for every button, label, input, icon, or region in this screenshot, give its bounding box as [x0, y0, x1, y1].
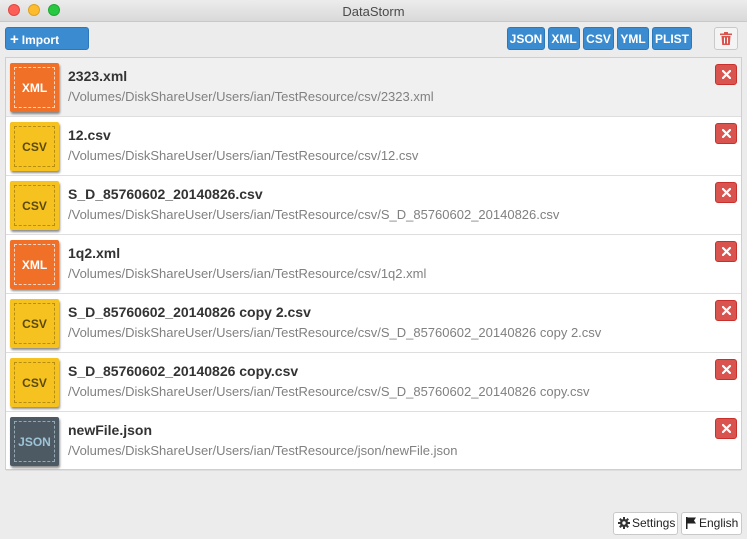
close-icon: [722, 365, 731, 374]
json-file-icon: JSON: [10, 417, 59, 466]
file-row[interactable]: XML 2323.xml/Volumes/DiskShareUser/Users/…: [6, 58, 741, 117]
import-files-button[interactable]: +Import Files: [5, 27, 89, 70]
csv-file-icon: CSV: [10, 299, 59, 348]
settings-label: Settings: [632, 516, 676, 530]
language-button[interactable]: English: [681, 512, 742, 535]
close-icon: [722, 306, 731, 315]
app-window: DataStorm +Import Files JSON XML CSV YML…: [0, 0, 747, 539]
file-name: S_D_85760602_20140826 copy.csv: [68, 363, 299, 379]
file-row[interactable]: CSV 12.csv/Volumes/DiskShareUser/Users/ia…: [6, 117, 741, 176]
file-path: /Volumes/DiskShareUser/Users/ian/TestRes…: [68, 443, 458, 458]
remove-file-button[interactable]: [715, 359, 737, 380]
file-path: /Volumes/DiskShareUser/Users/ian/TestRes…: [68, 89, 434, 104]
close-icon: [722, 247, 731, 256]
close-icon: [722, 129, 731, 138]
file-type-label: CSV: [14, 185, 55, 226]
export-csv-button[interactable]: CSV: [583, 27, 614, 50]
file-path: /Volumes/DiskShareUser/Users/ian/TestRes…: [68, 207, 560, 222]
export-xml-button[interactable]: XML: [548, 27, 580, 50]
file-type-label: CSV: [14, 126, 55, 167]
file-row[interactable]: XML 1q2.xml/Volumes/DiskShareUser/Users/i…: [6, 235, 741, 294]
remove-file-button[interactable]: [715, 182, 737, 203]
close-icon: [722, 424, 731, 433]
file-row[interactable]: CSV S_D_85760602_20140826 copy.csv/Volume…: [6, 353, 741, 412]
file-type-label: XML: [14, 67, 55, 108]
file-name: 1q2.xml: [68, 245, 121, 261]
remove-file-button[interactable]: [715, 64, 737, 85]
window-title: DataStorm: [342, 4, 405, 19]
file-row[interactable]: CSV S_D_85760602_20140826.csv/Volumes/Dis…: [6, 176, 741, 235]
title-bar: DataStorm: [0, 0, 747, 22]
file-type-label: CSV: [14, 303, 55, 344]
export-plist-button[interactable]: PLIST: [652, 27, 692, 50]
file-row[interactable]: CSV S_D_85760602_20140826 copy 2.csv/Volu…: [6, 294, 741, 353]
csv-file-icon: CSV: [10, 122, 59, 171]
file-path: /Volumes/DiskShareUser/Users/ian/TestRes…: [68, 384, 590, 399]
file-name: newFile.json: [68, 422, 153, 438]
remove-file-button[interactable]: [715, 300, 737, 321]
file-name: S_D_85760602_20140826.csv: [68, 186, 263, 202]
xml-file-icon: XML: [10, 240, 59, 289]
file-type-label: XML: [14, 244, 55, 285]
file-name: 12.csv: [68, 127, 111, 143]
clear-all-button[interactable]: [714, 27, 738, 50]
file-type-label: JSON: [14, 421, 55, 462]
file-list: XML 2323.xml/Volumes/DiskShareUser/Users/…: [5, 57, 742, 471]
file-path: /Volumes/DiskShareUser/Users/ian/TestRes…: [68, 325, 602, 340]
settings-button[interactable]: Settings: [613, 512, 678, 535]
gear-icon: [618, 517, 630, 529]
close-icon: [722, 188, 731, 197]
language-label: English: [699, 516, 739, 530]
xml-file-icon: XML: [10, 63, 59, 112]
csv-file-icon: CSV: [10, 181, 59, 230]
file-path: /Volumes/DiskShareUser/Users/ian/TestRes…: [68, 148, 419, 163]
trash-icon: [720, 32, 732, 45]
flag-icon: [686, 517, 696, 529]
remove-file-button[interactable]: [715, 241, 737, 262]
remove-file-button[interactable]: [715, 123, 737, 144]
file-type-label: CSV: [14, 362, 55, 403]
file-path: /Volumes/DiskShareUser/Users/ian/TestRes…: [68, 266, 427, 281]
export-json-button[interactable]: JSON: [507, 27, 545, 50]
csv-file-icon: CSV: [10, 358, 59, 407]
plus-icon: +: [10, 31, 19, 48]
remove-file-button[interactable]: [715, 418, 737, 439]
close-icon: [722, 70, 731, 79]
file-name: S_D_85760602_20140826 copy 2.csv: [68, 304, 311, 320]
file-row[interactable]: JSON newFile.json/Volumes/DiskShareUser/U…: [6, 412, 741, 471]
file-name: 2323.xml: [68, 68, 128, 84]
export-yml-button[interactable]: YML: [617, 27, 649, 50]
